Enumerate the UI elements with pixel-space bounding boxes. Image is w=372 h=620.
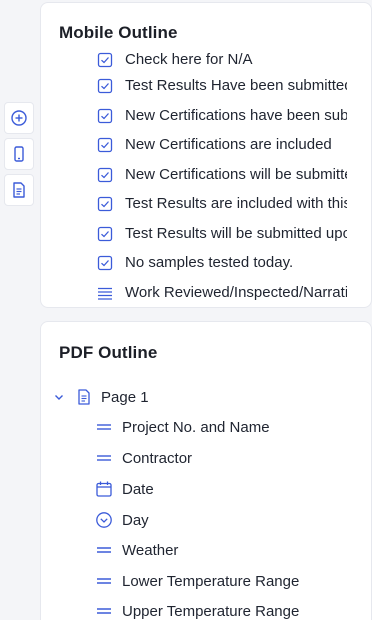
checkbox-icon [97,52,113,68]
pdf-outline-item-label: Date [122,480,154,498]
checkbox-icon [97,108,113,124]
mobile-outline-item[interactable]: Check here for N/A [97,45,347,74]
pdf-outline-item[interactable]: Project No. and Name [95,414,270,440]
mobile-outline-item-label: New Certifications are included [125,136,332,153]
mobile-outline-item[interactable]: Test Results will be submitted upon rece… [97,219,347,248]
pdf-outline-item[interactable]: Weather [95,537,178,563]
checkbox-icon [97,226,113,242]
mobile-outline-item[interactable]: Test Results are included with this repo… [97,189,347,218]
mobile-outline-item-label: Work Reviewed/Inspected/Narrative [125,284,347,301]
pdf-view-button[interactable] [4,174,34,206]
mobile-outline-item[interactable]: No samples tested today. [97,248,347,277]
pdf-outline-item[interactable]: Day [95,507,149,533]
pdf-outline-item[interactable]: Upper Temperature Range [95,598,299,620]
plus-circle-icon [11,110,27,126]
pdf-outline-title: PDF Outline [59,343,158,362]
mobile-outline-item-label: Test Results Have been submitted [125,77,347,94]
mobile-outline-item-label: Test Results will be submitted upon rece… [125,225,347,242]
text-field-icon [95,541,113,559]
mobile-view-button[interactable] [4,138,34,170]
document-icon [13,182,25,198]
mobile-outline-panel: Mobile Outline Check here for N/A Test R… [40,2,372,308]
text-field-icon [95,602,113,620]
checkbox-icon [97,255,113,271]
mobile-outline-item-label: Test Results are included with this repo… [125,195,347,212]
mobile-outline-item[interactable]: New Certifications are included [97,130,347,159]
calendar-icon [95,480,113,498]
mobile-outline-item-label: No samples tested today. [125,254,294,271]
text-field-icon [95,449,113,467]
pdf-outline-item[interactable]: Date [95,476,154,502]
text-lines-icon [97,285,113,301]
mobile-phone-icon [14,146,24,162]
pdf-outline-item-label: Day [122,511,149,529]
pdf-outline-panel: PDF Outline Page 1 Project No. and Name … [40,321,372,620]
mobile-outline-item-label: New Certifications will be submitted [125,166,347,183]
pdf-page-row[interactable]: Page 1 [53,384,149,410]
pdf-outline-item-label: Lower Temperature Range [122,572,300,590]
pdf-outline-item-label: Weather [122,541,179,559]
pdf-outline-item-label: Contractor [122,449,193,467]
mobile-outline-item[interactable]: Test Results Have been submitted [97,71,347,100]
pdf-outline-item-label: Project No. and Name [122,418,270,436]
mobile-outline-item-label: New Certifications have been submitted [125,107,347,124]
pdf-outline-item-label: Upper Temperature Range [122,602,300,620]
mobile-outline-title: Mobile Outline [59,23,178,42]
pdf-outline-item[interactable]: Contractor [95,445,192,471]
text-field-icon [95,572,113,590]
mobile-outline-item-label: Check here for N/A [125,51,253,68]
mobile-outline-list[interactable]: Check here for N/A Test Results Have bee… [41,43,347,307]
mobile-outline-item[interactable]: Work Reviewed/Inspected/Narrative [97,278,347,307]
checkbox-icon [97,196,113,212]
checkbox-icon [97,78,113,94]
checkbox-icon [97,167,113,183]
text-field-icon [95,418,113,436]
chevron-down-icon[interactable] [53,391,65,403]
mobile-outline-item[interactable]: New Certifications will be submitted [97,160,347,189]
left-toolbar [4,102,34,206]
add-field-button[interactable] [4,102,34,134]
checkbox-icon [97,137,113,153]
page-icon [75,388,93,406]
pdf-page-label: Page 1 [101,388,149,406]
dropdown-circle-icon [95,511,113,529]
pdf-outline-item[interactable]: Lower Temperature Range [95,568,299,594]
mobile-outline-item[interactable]: New Certifications have been submitted [97,101,347,130]
